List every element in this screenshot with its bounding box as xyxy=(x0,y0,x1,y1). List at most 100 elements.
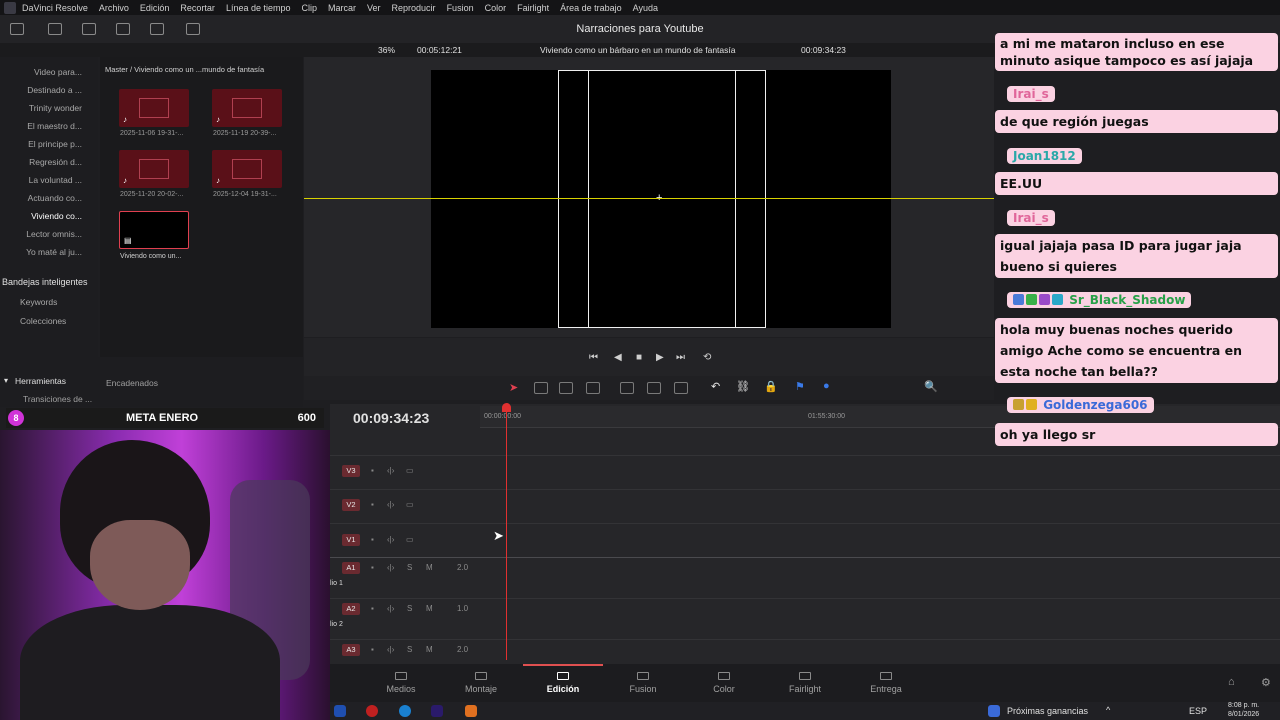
widget-text[interactable]: Próximas ganancias xyxy=(1007,706,1088,716)
monitor-icon[interactable]: ▭ xyxy=(406,500,414,509)
track-v3[interactable]: V3 xyxy=(342,465,360,477)
track-a1[interactable]: A1 xyxy=(342,562,360,574)
menu-item-linea-tiempo[interactable]: Línea de tiempo xyxy=(226,3,291,13)
clip-thumbnail[interactable]: ♪ xyxy=(119,150,189,188)
insert-clip-icon[interactable] xyxy=(620,382,634,394)
timeline-thumbnail[interactable]: ▤ xyxy=(119,211,189,249)
page-media[interactable]: Medios xyxy=(361,672,441,694)
menu-item-edicion[interactable]: Edición xyxy=(140,3,170,13)
viewer-zoom[interactable]: 36% xyxy=(378,45,395,55)
menu-item-app[interactable]: DaVinci Resolve xyxy=(22,3,88,13)
vlc-taskbar-icon[interactable] xyxy=(465,705,477,717)
zoom-icon[interactable]: 🔍 xyxy=(924,380,938,393)
playhead[interactable] xyxy=(506,404,507,660)
menu-item-ver[interactable]: Ver xyxy=(367,3,381,13)
bin-item-active[interactable]: Viviendo co... xyxy=(31,211,82,221)
trim-tool-icon[interactable] xyxy=(534,382,548,394)
menu-item-fusion[interactable]: Fusion xyxy=(447,3,474,13)
bin-item[interactable]: Trinity wonder xyxy=(29,103,82,113)
bin-item[interactable]: El principe p... xyxy=(28,139,82,149)
obs-taskbar-icon[interactable] xyxy=(366,705,378,717)
auto-select-icon[interactable]: ‹|› xyxy=(387,645,394,654)
lock-icon[interactable]: ▪ xyxy=(371,500,374,509)
auto-select-icon[interactable]: ‹|› xyxy=(387,500,394,509)
davinci-taskbar-icon[interactable] xyxy=(334,705,346,717)
clock-time[interactable]: 8:08 p. m. xyxy=(1228,702,1259,709)
loop-icon[interactable]: ⟲ xyxy=(703,352,711,363)
page-fusion[interactable]: Fusion xyxy=(603,672,683,694)
menu-item-area-trabajo[interactable]: Área de trabajo xyxy=(560,3,622,13)
lock-icon[interactable]: ▪ xyxy=(371,466,374,475)
bin-item[interactable]: Lector omnis... xyxy=(26,229,82,239)
clock-date[interactable]: 8/01/2026 xyxy=(1228,711,1259,718)
solo-button[interactable]: S xyxy=(407,645,412,654)
marker-icon[interactable]: ● xyxy=(823,380,830,392)
menu-item-marcar[interactable]: Marcar xyxy=(328,3,356,13)
auto-select-icon[interactable]: ‹|› xyxy=(387,535,394,544)
page-fairlight[interactable]: Fairlight xyxy=(765,672,845,694)
lock-icon[interactable]: ▪ xyxy=(371,563,374,572)
clip-thumbnail[interactable]: ♪ xyxy=(212,150,282,188)
blade-tool-icon[interactable] xyxy=(586,382,600,394)
play-icon[interactable]: ▶ xyxy=(656,352,664,363)
page-deliver[interactable]: Entrega xyxy=(846,672,926,694)
mute-button[interactable]: M xyxy=(426,563,433,572)
track-a3[interactable]: A3 xyxy=(342,644,360,656)
auto-select-icon[interactable]: ‹|› xyxy=(387,563,394,572)
clip-thumbnail[interactable]: ♪ xyxy=(119,89,189,127)
track-v2[interactable]: V2 xyxy=(342,499,360,511)
media-pool-path[interactable]: Master / Viviendo como un ...mundo de fa… xyxy=(105,65,264,74)
edge-taskbar-icon[interactable] xyxy=(399,705,411,717)
page-color[interactable]: Color xyxy=(684,672,764,694)
viewer-canvas[interactable]: + xyxy=(431,70,891,328)
replace-clip-icon[interactable] xyxy=(674,382,688,394)
language-indicator[interactable]: ESP xyxy=(1189,706,1207,716)
dynamic-trim-icon[interactable] xyxy=(559,382,573,394)
linked-selection-icon[interactable]: ⛓ xyxy=(736,380,750,393)
monitor-icon[interactable]: ▭ xyxy=(406,535,414,544)
bin-item[interactable]: Video para... xyxy=(34,67,82,77)
menu-item-archivo[interactable]: Archivo xyxy=(99,3,129,13)
bin-item[interactable]: Destinado a ... xyxy=(27,85,82,95)
clip-thumbnail[interactable]: ♪ xyxy=(212,89,282,127)
transitions-item[interactable]: Transiciones de ... xyxy=(23,394,92,404)
menu-item-ayuda[interactable]: Ayuda xyxy=(633,3,658,13)
widget-icon[interactable] xyxy=(988,705,1000,717)
mute-button[interactable]: M xyxy=(426,645,433,654)
bin-item[interactable]: Regresión d... xyxy=(29,157,82,167)
stop-icon[interactable]: ■ xyxy=(636,352,642,363)
settings-icon[interactable]: ⚙ xyxy=(1261,676,1271,689)
lock-icon[interactable]: ▪ xyxy=(371,604,374,613)
bin-item[interactable]: La voluntad ... xyxy=(29,175,82,185)
premiere-taskbar-icon[interactable] xyxy=(431,705,443,717)
timeline-name[interactable]: Viviendo como un bárbaro en un mundo de … xyxy=(540,45,735,55)
menu-item-reproducir[interactable]: Reproducir xyxy=(392,3,436,13)
solo-button[interactable]: S xyxy=(407,563,412,572)
menu-item-fairlight[interactable]: Fairlight xyxy=(517,3,549,13)
chevron-down-icon[interactable]: ▾ xyxy=(4,376,8,385)
lock-icon[interactable]: ▪ xyxy=(371,645,374,654)
play-reverse-icon[interactable]: ◀ xyxy=(614,352,622,363)
selection-tool-icon[interactable]: ➤ xyxy=(509,381,518,394)
flag-icon[interactable]: ⚑ xyxy=(795,380,805,393)
lock-icon[interactable]: 🔒 xyxy=(764,380,778,393)
auto-select-icon[interactable]: ‹|› xyxy=(387,604,394,613)
smart-bin-collections[interactable]: Colecciones xyxy=(20,316,66,326)
monitor-icon[interactable]: ▭ xyxy=(406,466,414,475)
tools-label[interactable]: Herramientas xyxy=(15,376,66,386)
auto-select-icon[interactable]: ‹|› xyxy=(387,466,394,475)
bin-item[interactable]: Actuando co... xyxy=(28,193,82,203)
menu-item-recortar[interactable]: Recortar xyxy=(180,3,215,13)
home-icon[interactable]: ⌂ xyxy=(1228,676,1235,688)
track-v1[interactable]: V1 xyxy=(342,534,360,546)
page-edit[interactable]: Edición xyxy=(523,672,603,694)
menu-item-color[interactable]: Color xyxy=(485,3,507,13)
overwrite-clip-icon[interactable] xyxy=(647,382,661,394)
snapping-icon[interactable]: ↶ xyxy=(711,380,720,393)
mute-button[interactable]: M xyxy=(426,604,433,613)
go-to-end-icon[interactable]: ⏭ xyxy=(676,352,685,363)
chevron-up-icon[interactable]: ^ xyxy=(1106,705,1110,715)
menu-item-clip[interactable]: Clip xyxy=(301,3,317,13)
smart-bin-keywords[interactable]: Keywords xyxy=(20,297,57,307)
solo-button[interactable]: S xyxy=(407,604,412,613)
